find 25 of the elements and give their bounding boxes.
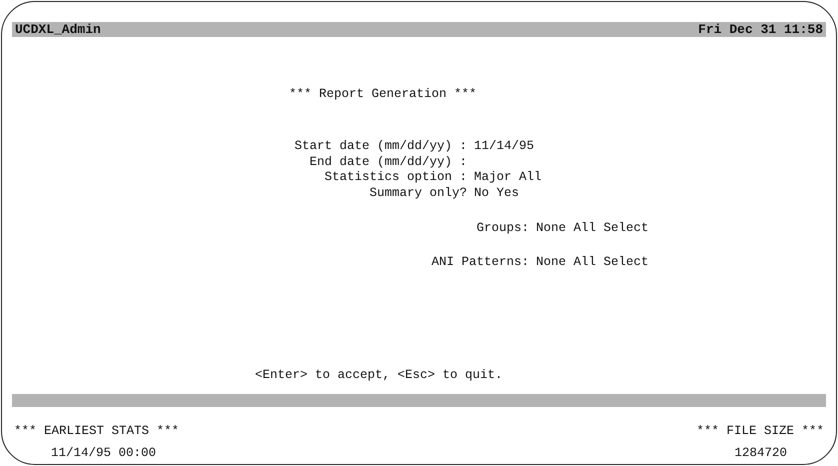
field-value[interactable]: 11/14/95 — [474, 139, 534, 154]
field-label: Groups: — [475, 221, 529, 236]
field-label: Start date (mm/dd/yy) : — [293, 139, 467, 154]
hint-text: <Enter> to accept, <Esc> to quit. — [255, 368, 504, 382]
option-value[interactable]: Select — [604, 221, 649, 236]
clock: Fri Dec 31 11:58 — [698, 22, 823, 37]
field-label: ANI Patterns: — [430, 254, 529, 269]
option-value[interactable]: None — [536, 254, 566, 269]
option-value[interactable]: All — [574, 254, 596, 269]
file-size-value: 1284720 — [734, 445, 788, 462]
field-value[interactable]: All — [519, 170, 542, 184]
earliest-stats-heading: *** EARLIEST STATS *** — [14, 423, 180, 440]
option-value[interactable]: Select — [604, 254, 649, 269]
field-value[interactable]: No — [474, 186, 490, 200]
field-value[interactable]: Yes — [496, 186, 520, 200]
option-value[interactable]: None — [536, 221, 566, 236]
field-label: Statistics option : — [323, 170, 467, 184]
option-value[interactable]: All — [574, 221, 596, 236]
field-value[interactable]: Major — [474, 170, 512, 184]
earliest-stats-value: 11/14/95 00:00 — [50, 445, 158, 462]
file-size-heading: *** FILE SIZE *** — [696, 423, 824, 440]
field-label: Summary only? — [368, 186, 467, 200]
app-title: UCDXL_Admin — [15, 22, 101, 37]
screen-title: *** Report Generation *** — [289, 87, 478, 101]
field-label: End date (mm/dd/yy) : — [308, 154, 467, 169]
